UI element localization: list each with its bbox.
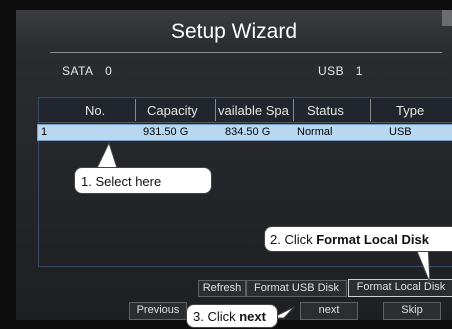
table-header: No. Capacity vailable Spa Status Type [39,98,452,123]
column-divider [370,99,371,121]
sata-count: SATA 0 [62,64,112,78]
callout-format-prefix: 2. Click [270,232,317,247]
column-divider [135,99,136,121]
cell-status: Normal [297,126,333,138]
callout-click-next: 3. Click next [186,304,278,328]
callout-select-text: 1. Select here [81,174,162,189]
header-status: Status [307,103,344,118]
refresh-button[interactable]: Refresh [198,280,246,297]
usb-value: 1 [355,64,363,78]
callout-format-local-disk: 2. Click Format Local Disk [264,226,452,252]
callout-select-here: 1. Select here [74,167,212,194]
header-capacity: Capacity [147,103,198,118]
window-title: Setup Wizard [170,20,298,43]
sata-label: SATA [62,64,94,78]
format-usb-disk-button[interactable]: Format USB Disk [246,280,347,297]
close-icon[interactable] [442,10,452,26]
next-button[interactable]: next [300,302,358,320]
callout-next-bold: next [239,309,266,324]
callout-format-bold: Format Local Disk [316,232,429,247]
cell-no: 1 [41,126,48,138]
column-divider [293,99,294,121]
title-divider [50,52,442,53]
table-row[interactable]: 1 931.50 G 834.50 G Normal USB [37,124,452,141]
skip-button[interactable]: Skip [383,302,441,320]
format-local-disk-button[interactable]: Format Local Disk [348,279,452,297]
callout-next-prefix: 3. Click [193,309,240,324]
previous-button[interactable]: Previous [129,302,187,320]
column-divider [215,99,216,121]
cell-capacity: 931.50 G [143,126,189,138]
usb-count: USB 1 [318,64,363,78]
header-available-space: vailable Spa [218,103,289,118]
sata-value: 0 [105,64,113,78]
cell-type: USB [389,126,412,138]
header-type: Type [396,103,425,118]
header-no: No. [85,103,106,118]
cell-available: 834.50 G [225,126,271,138]
usb-label: USB [318,64,345,78]
